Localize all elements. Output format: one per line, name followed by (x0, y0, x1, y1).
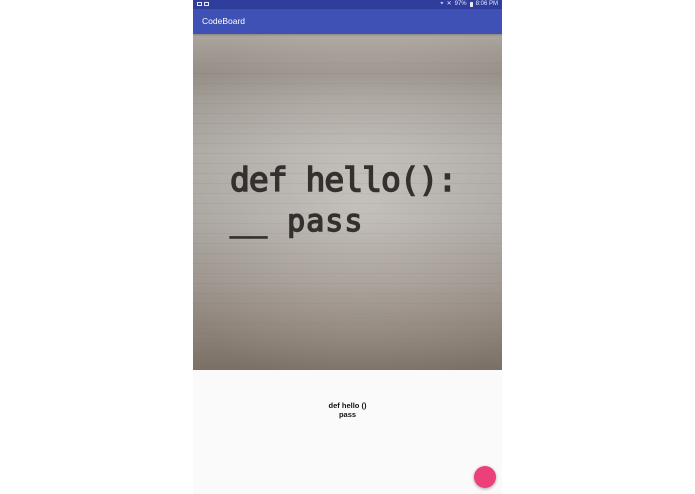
battery-level: 97% (454, 1, 467, 7)
captured-photo: def hello(): __ pass (193, 34, 502, 370)
device-screen: ⌖ ✕ 97% 8:06 PM CodeBoard def hello(): _… (193, 0, 502, 494)
handwritten-line-2: __ pass (230, 204, 363, 239)
recognition-result-panel: def hello () pass (193, 370, 502, 494)
system-status: ⌖ ✕ 97% 8:06 PM (440, 0, 498, 9)
status-bar: ⌖ ✕ 97% 8:06 PM (193, 0, 502, 9)
battery-icon (469, 2, 473, 7)
app-bar: CodeBoard (193, 9, 502, 34)
notification-icons (197, 2, 209, 6)
clock: 8:06 PM (475, 1, 498, 7)
mute-icon: ✕ (446, 1, 452, 7)
recognized-line-2: pass (338, 410, 357, 419)
handwritten-code: def hello(): __ pass (229, 159, 458, 239)
recognized-code: def hello () pass (193, 401, 502, 419)
image-notification-icon (197, 2, 202, 6)
recognized-line-1: def hello () (328, 401, 367, 410)
capture-fab-button[interactable] (474, 466, 496, 488)
handwritten-line-1: def hello(): (230, 160, 456, 199)
location-icon: ⌖ (440, 1, 444, 7)
gallery-notification-icon (204, 2, 209, 6)
app-title: CodeBoard (202, 16, 246, 26)
